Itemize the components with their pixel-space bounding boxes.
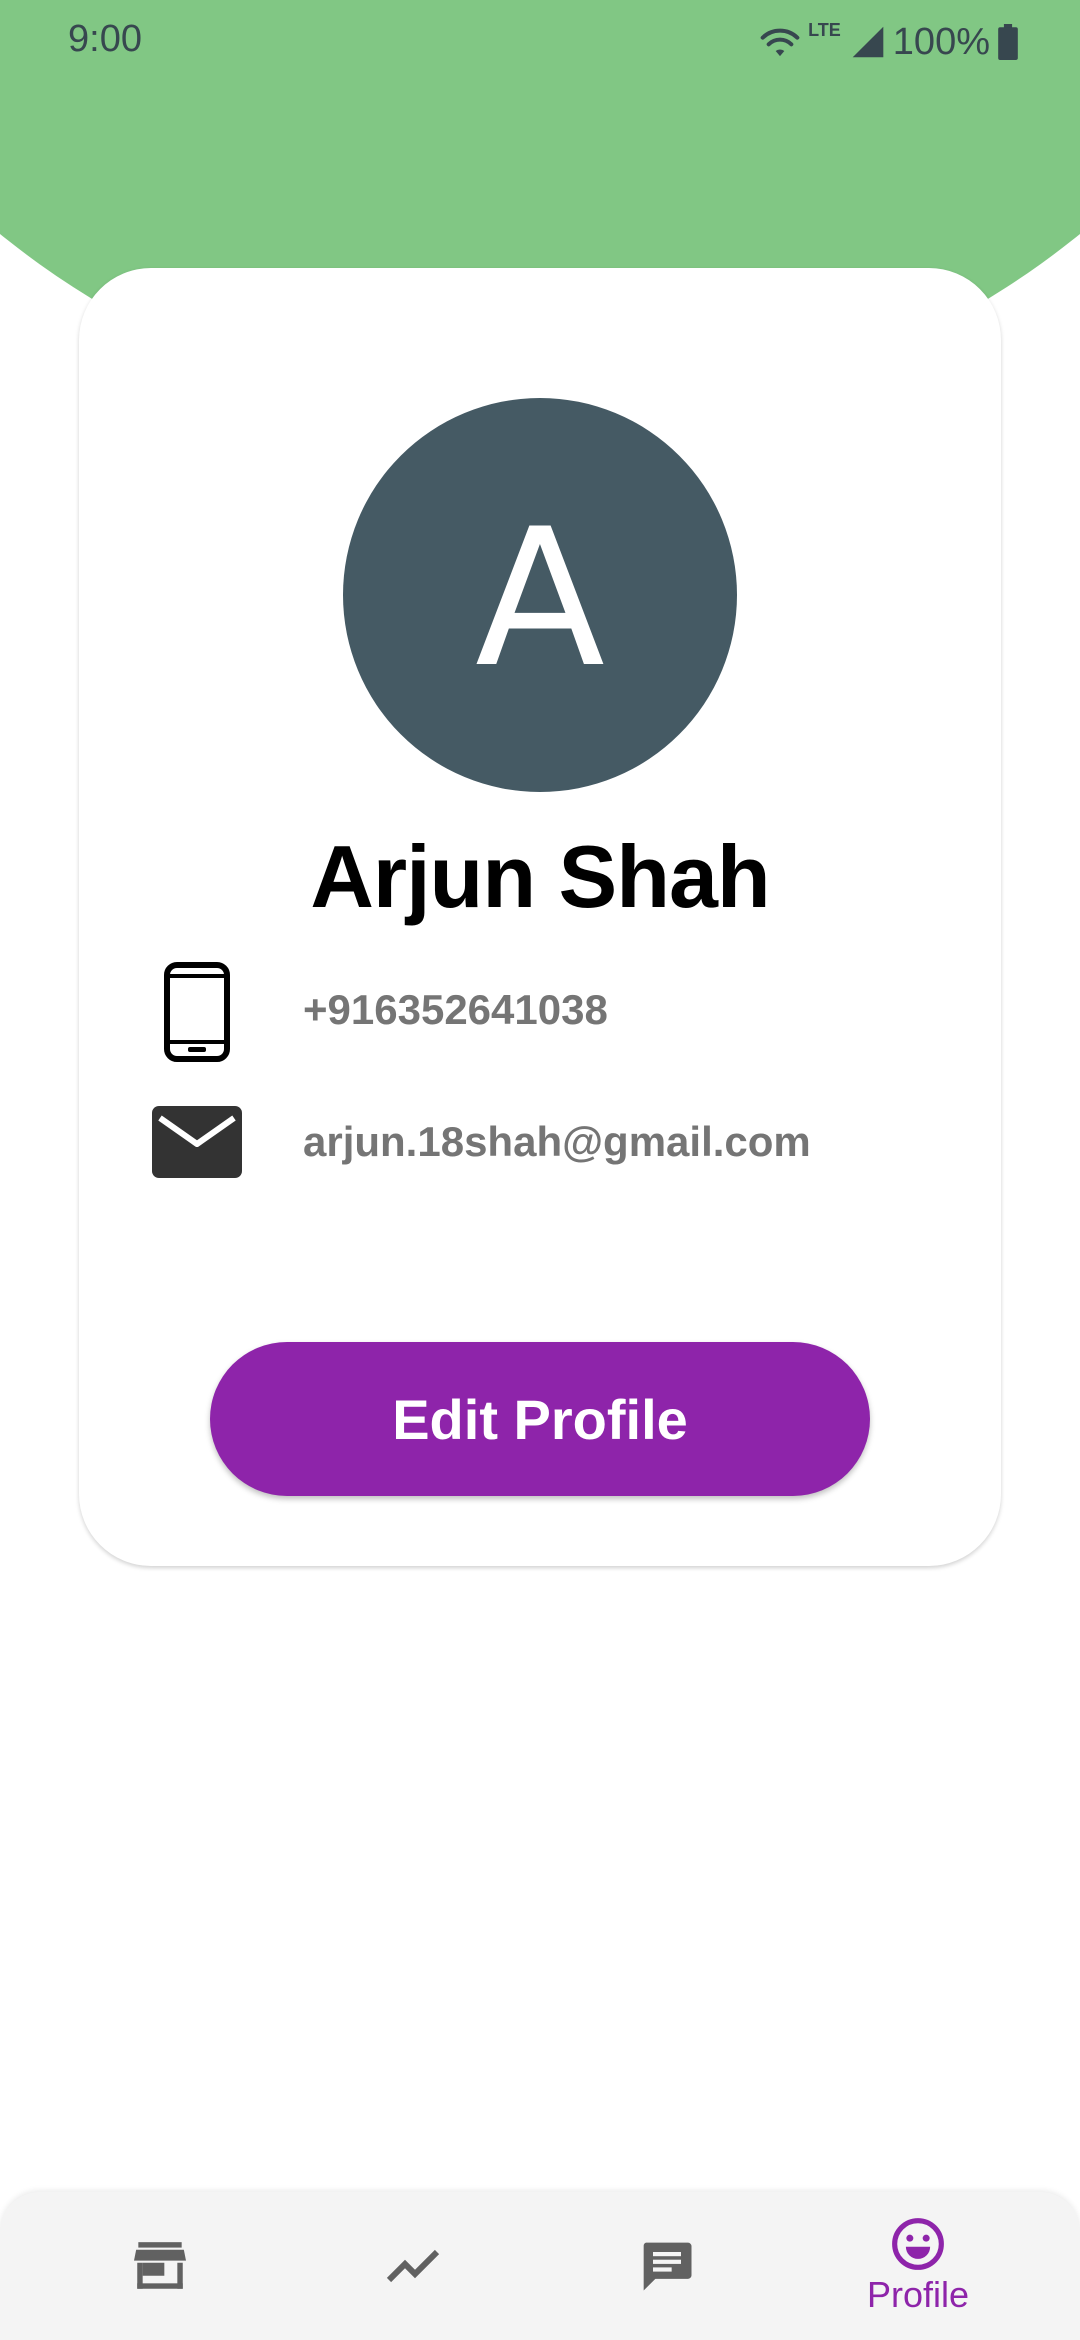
- chat-icon: [643, 2242, 692, 2291]
- avatar-initial: A: [475, 488, 605, 709]
- profile-screen: 9:00 LTE 100% A Arjun Shah +916352641038…: [0, 0, 1080, 2340]
- wifi-icon: [760, 28, 800, 57]
- battery-icon: [998, 24, 1018, 60]
- network-type: LTE: [808, 20, 841, 40]
- status-icons: LTE 100%: [760, 18, 1018, 66]
- edit-profile-button[interactable]: Edit Profile: [210, 1342, 870, 1496]
- signal-icon: [852, 26, 884, 58]
- status-bar: 9:00 LTE 100%: [0, 0, 1080, 84]
- nav-item-store[interactable]: [60, 2192, 260, 2340]
- trending-icon: [386, 2249, 440, 2283]
- nav-item-trending[interactable]: [313, 2192, 513, 2340]
- battery-percent: 100%: [892, 20, 990, 63]
- bottom-navigation: Profile: [0, 2192, 1080, 2340]
- mail-icon: [152, 1106, 242, 1178]
- smiley-icon: [892, 2218, 944, 2270]
- nav-item-profile[interactable]: Profile: [818, 2192, 1018, 2340]
- nav-label-profile: Profile: [866, 2274, 970, 2315]
- phone-icon: [164, 962, 230, 1062]
- nav-item-messages[interactable]: [567, 2192, 767, 2340]
- status-time: 9:00: [68, 18, 142, 60]
- email-address: arjun.18shah@gmail.com: [303, 1118, 811, 1165]
- store-icon: [134, 2242, 186, 2289]
- profile-name: Arjun Shah: [310, 827, 770, 926]
- avatar: A: [343, 398, 737, 792]
- phone-number: +916352641038: [303, 986, 608, 1033]
